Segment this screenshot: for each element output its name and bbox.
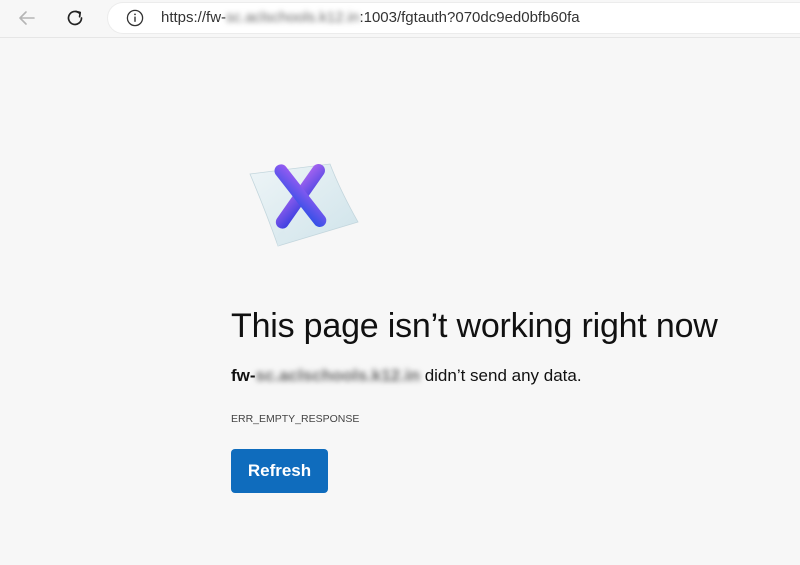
url-suffix: :1003/fgtauth?070dc9ed0bfb60fa: [359, 9, 580, 26]
url-prefix: https://fw-: [161, 9, 227, 26]
browser-toolbar: https://fw-sc.aclschools.k12.in:1003/fgt…: [0, 0, 800, 38]
info-icon[interactable]: [126, 9, 144, 27]
reload-button[interactable]: [62, 5, 88, 31]
back-button[interactable]: [14, 5, 40, 31]
url-text[interactable]: https://fw-sc.aclschools.k12.in:1003/fgt…: [161, 9, 580, 26]
refresh-button[interactable]: Refresh: [231, 449, 328, 493]
host-hidden: sc.aclschools.k12.in: [255, 366, 420, 385]
reload-icon: [67, 10, 83, 26]
error-headline: This page isn’t working right now: [231, 307, 718, 345]
error-code: ERR_EMPTY_RESPONSE: [231, 413, 360, 425]
error-message: fw-sc.aclschools.k12.in didn’t send any …: [231, 366, 582, 386]
error-x-icon: [249, 163, 359, 247]
arrow-left-icon: [19, 11, 35, 25]
url-hidden-host: sc.aclschools.k12.in: [226, 9, 360, 26]
address-bar[interactable]: https://fw-sc.aclschools.k12.in:1003/fgt…: [108, 3, 800, 33]
message-text: didn’t send any data.: [419, 366, 582, 385]
host-prefix: fw-: [231, 366, 256, 385]
